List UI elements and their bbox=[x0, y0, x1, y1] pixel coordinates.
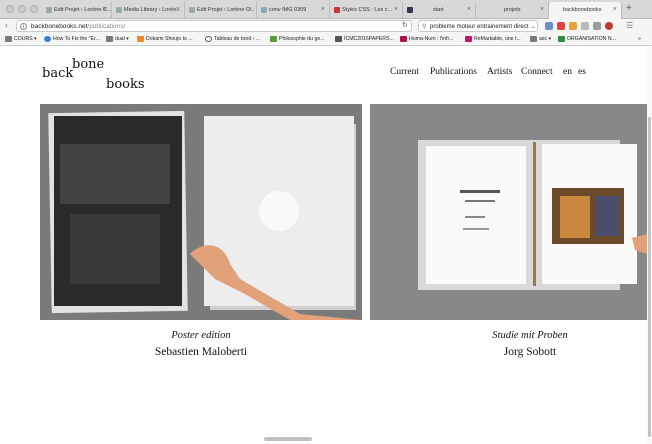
bookmark[interactable]: Philosophie du ge... bbox=[270, 36, 325, 42]
menu-icon[interactable]: ☰ bbox=[626, 21, 633, 30]
favicon-icon bbox=[407, 7, 413, 13]
browser-tab[interactable]: Edit Projet ‹ Lorène C... × bbox=[185, 2, 257, 19]
publication-artist[interactable]: Jorg Sobott bbox=[380, 346, 652, 358]
close-tab-icon[interactable]: × bbox=[467, 6, 471, 13]
minimize-window-icon[interactable] bbox=[18, 5, 26, 13]
bookmarks-overflow-icon[interactable]: » bbox=[638, 36, 641, 42]
search-field[interactable]: ⚲ probleme moteur entrainement direct → bbox=[418, 20, 538, 32]
logo-word-bone: bone bbox=[72, 57, 105, 72]
info-icon[interactable]: i bbox=[20, 23, 27, 30]
extension-icon[interactable] bbox=[593, 22, 601, 30]
navigation-bar: ‹ i backbonebooks.net/publications/ ↻ ⚲ … bbox=[0, 19, 652, 33]
bookmark[interactable]: ReMarkable, une t... bbox=[465, 36, 521, 42]
site-logo[interactable]: back bone books bbox=[42, 57, 162, 98]
browser-tab[interactable]: conv IMG 0309 × bbox=[257, 2, 330, 19]
bookmark[interactable]: Dokami Shoujo to ... bbox=[137, 36, 193, 42]
favicon-icon bbox=[46, 7, 52, 13]
vertical-scrollbar[interactable] bbox=[647, 47, 652, 444]
publication-image-poster-edition[interactable] bbox=[40, 104, 362, 320]
bookmark[interactable]: Huma-Num : l'infr... bbox=[400, 36, 453, 42]
browser-tab-active[interactable]: backbonebooks × bbox=[549, 2, 622, 19]
url-path: /publications/ bbox=[87, 23, 126, 30]
favicon-icon bbox=[400, 36, 407, 42]
close-tab-icon[interactable]: × bbox=[321, 6, 325, 13]
close-window-icon[interactable] bbox=[6, 5, 14, 13]
bookmarks-bar: COURS ▾ How To Fix the "Er... dual ▾ Dok… bbox=[0, 33, 652, 46]
folder-icon bbox=[5, 36, 12, 42]
new-tab-icon[interactable]: + bbox=[626, 3, 632, 14]
folder-icon bbox=[530, 36, 537, 42]
nav-link-connect[interactable]: Connect bbox=[521, 67, 553, 77]
bookmark-folder[interactable]: dual ▾ bbox=[106, 36, 129, 42]
browser-tab[interactable]: Styles CSS : Les c... × bbox=[330, 2, 403, 19]
extension-icon[interactable] bbox=[569, 22, 577, 30]
browser-tab[interactable]: Edit Projet ‹ Lorène C... × bbox=[42, 2, 112, 19]
lang-link-en[interactable]: en bbox=[563, 67, 572, 77]
nav-link-current[interactable]: Current bbox=[390, 67, 419, 77]
close-tab-icon[interactable]: × bbox=[103, 6, 107, 13]
back-icon[interactable]: ‹ bbox=[5, 20, 8, 30]
favicon-icon bbox=[465, 36, 472, 42]
bookmark[interactable]: ICMC2016PAPERS... bbox=[335, 36, 394, 42]
close-tab-icon[interactable]: × bbox=[394, 6, 398, 13]
publication-title[interactable]: Studie mit Proben bbox=[380, 330, 652, 341]
extension-icon[interactable] bbox=[557, 22, 565, 30]
favicon-icon bbox=[137, 36, 144, 42]
favicon-icon bbox=[270, 36, 277, 42]
bookmark[interactable]: ORGANISATION N... bbox=[558, 36, 616, 42]
studie-photo bbox=[370, 104, 647, 320]
favicon-icon bbox=[335, 36, 342, 42]
search-icon: ⚲ bbox=[422, 24, 427, 30]
bookmark[interactable]: Tableau de bord ‹ ... bbox=[205, 36, 260, 42]
close-tab-icon[interactable]: × bbox=[248, 6, 252, 13]
tab-bar: Edit Projet ‹ Lorène C... × Media Library… bbox=[0, 0, 652, 19]
reload-icon[interactable]: ↻ bbox=[402, 21, 408, 29]
favicon-icon bbox=[44, 36, 51, 42]
close-tab-icon[interactable]: × bbox=[176, 6, 180, 13]
address-bar[interactable]: i backbonebooks.net/publications/ bbox=[16, 20, 412, 32]
bookmark[interactable]: How To Fix the "Er... bbox=[44, 36, 100, 42]
download-icon[interactable] bbox=[545, 22, 553, 30]
favicon-icon bbox=[558, 36, 565, 42]
favicon-icon bbox=[261, 7, 267, 13]
close-tab-icon[interactable]: × bbox=[613, 6, 617, 13]
url-host: backbonebooks.net bbox=[31, 23, 88, 30]
folder-icon bbox=[106, 36, 113, 42]
scrollbar-thumb[interactable] bbox=[648, 117, 651, 437]
favicon-icon bbox=[116, 7, 122, 13]
poster-photo bbox=[40, 104, 362, 320]
publication-artist[interactable]: Sebastien Maloberti bbox=[51, 346, 351, 358]
bookmark-folder[interactable]: COURS ▾ bbox=[5, 36, 37, 42]
nav-link-artists[interactable]: Artists bbox=[487, 67, 512, 77]
extension-icon[interactable] bbox=[581, 22, 589, 30]
browser-tab[interactable]: projets × bbox=[476, 2, 549, 19]
publication-title[interactable]: Poster edition bbox=[51, 330, 351, 341]
browser-tab[interactable]: start × bbox=[403, 2, 476, 19]
favicon-icon bbox=[334, 7, 340, 13]
extension-icon[interactable] bbox=[605, 22, 613, 30]
favicon-icon bbox=[205, 36, 212, 42]
browser-tab[interactable]: Media Library ‹ Lorèn... × bbox=[112, 2, 185, 19]
bookmark-folder[interactable]: asc ▾ bbox=[530, 36, 551, 42]
logo-word-back: back bbox=[42, 66, 74, 81]
favicon-icon bbox=[189, 7, 195, 13]
lang-link-es[interactable]: es bbox=[578, 67, 586, 77]
close-tab-icon[interactable]: × bbox=[540, 6, 544, 13]
maximize-window-icon[interactable] bbox=[30, 5, 38, 13]
publication-image-studie-mit-proben[interactable] bbox=[370, 104, 647, 320]
nav-link-publications[interactable]: Publications bbox=[430, 67, 477, 77]
logo-word-books: books bbox=[106, 77, 145, 92]
horizontal-scrollbar-thumb[interactable] bbox=[264, 437, 312, 441]
